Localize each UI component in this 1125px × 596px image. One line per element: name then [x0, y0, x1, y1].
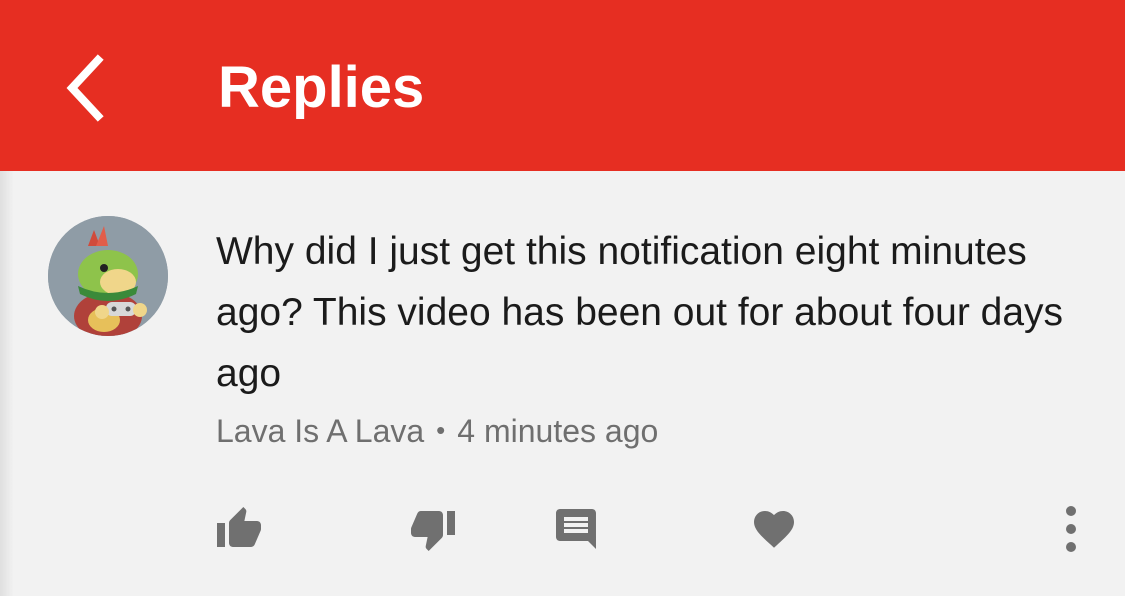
more-options-button[interactable] — [1035, 493, 1107, 565]
app-bar: Replies — [0, 0, 1125, 171]
avatar-image — [48, 216, 168, 336]
comment-meta: Lava Is A Lava • 4 minutes ago — [216, 407, 658, 454]
reply-button[interactable] — [540, 493, 612, 565]
back-button[interactable] — [52, 44, 132, 134]
chevron-left-icon — [66, 54, 104, 122]
dislike-button[interactable] — [397, 493, 469, 565]
comment-icon — [556, 509, 596, 549]
heart-icon — [754, 511, 794, 548]
like-button[interactable] — [203, 493, 275, 565]
comment-text: Why did I just get this notification eig… — [216, 230, 1064, 395]
author-name[interactable]: Lava Is A Lava — [216, 413, 424, 449]
more-vertical-icon — [1066, 506, 1076, 552]
meta-separator: • — [436, 415, 446, 445]
thumbs-up-icon — [217, 507, 261, 547]
avatar[interactable] — [48, 216, 168, 336]
page-title: Replies — [218, 55, 425, 120]
heart-button[interactable] — [738, 493, 810, 565]
thumbs-down-icon — [411, 511, 455, 551]
comment-item: Why did I just get this notification eig… — [0, 171, 1125, 596]
comment-time: 4 minutes ago — [457, 413, 659, 449]
